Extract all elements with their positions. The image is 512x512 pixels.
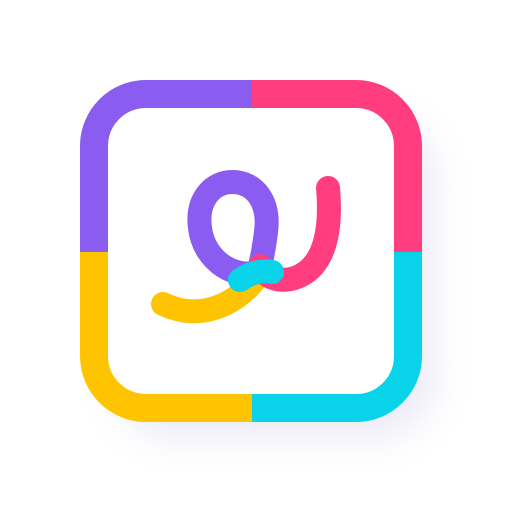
- app-icon-canvas: [0, 0, 512, 512]
- app-icon: [80, 80, 435, 438]
- squiggle-cyan-stroke: [228, 259, 284, 292]
